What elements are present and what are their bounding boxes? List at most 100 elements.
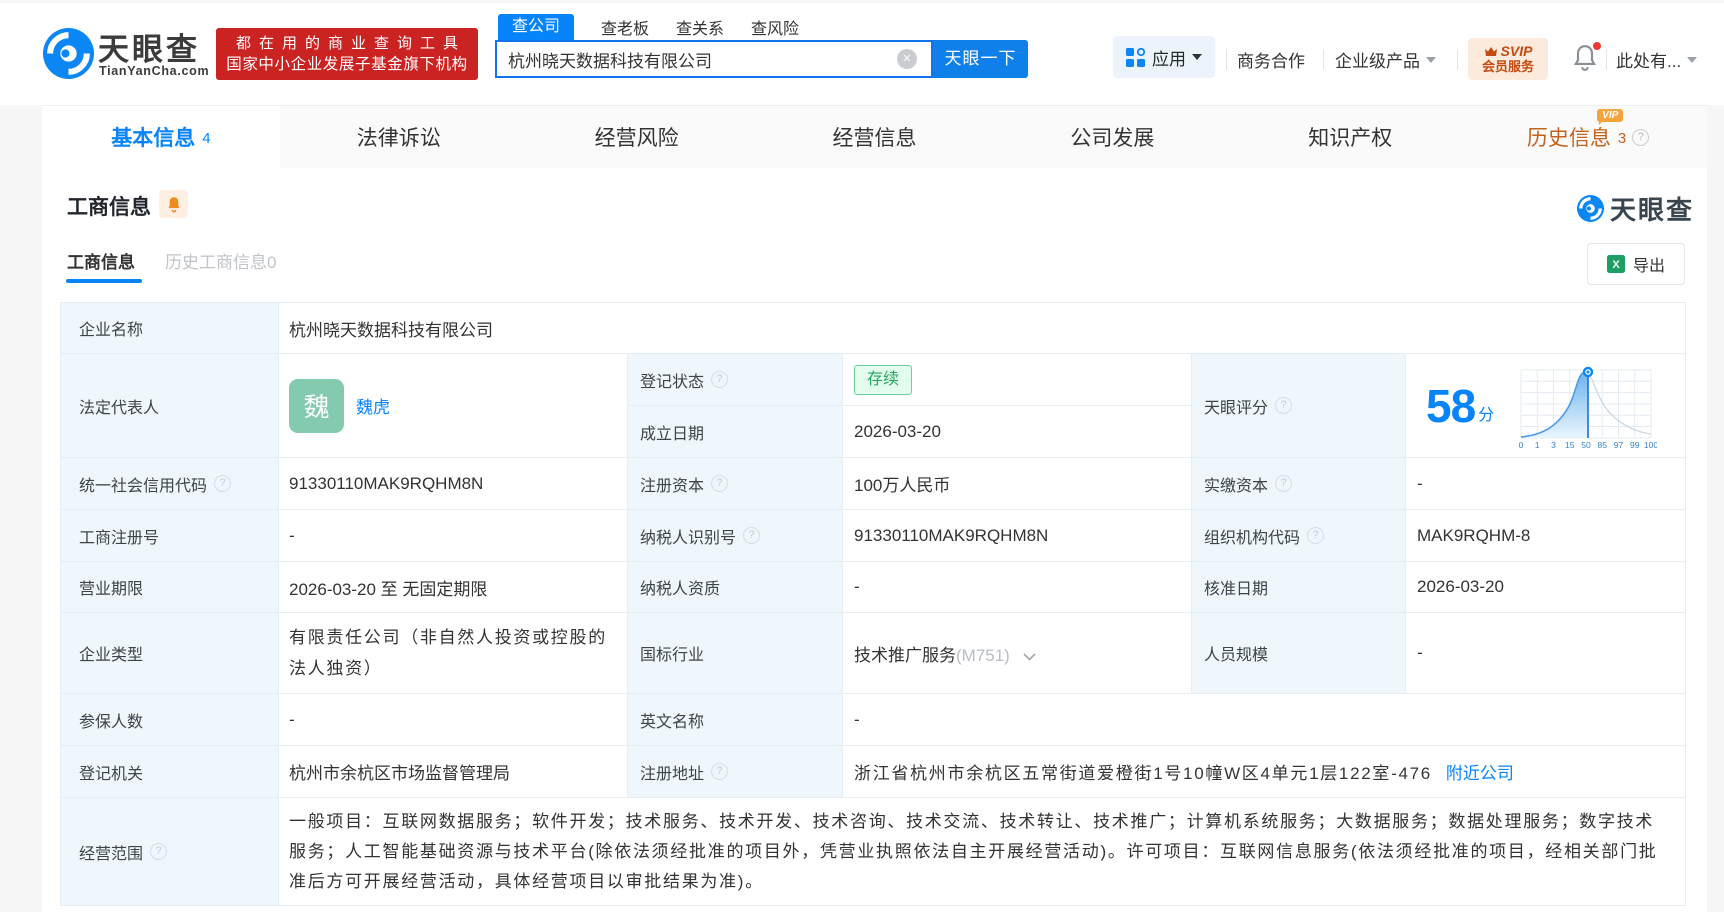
clear-icon[interactable]: ✕ <box>897 49 917 69</box>
svg-text:85: 85 <box>1598 440 1608 450</box>
search-tab-boss[interactable]: 查老板 <box>601 15 649 39</box>
table-row: 企业类型 有限责任公司（非自然人投资或控股的法人独资） 国标行业 技术推广服务(… <box>60 612 1686 694</box>
apps-menu[interactable]: 应用 <box>1113 36 1215 78</box>
org-code-value: MAK9RQHM-8 <box>1405 509 1686 562</box>
tab-intellectual-property[interactable]: 知识产权 <box>1231 106 1469 168</box>
business-info-table: 企业名称 杭州晓天数据科技有限公司 法定代表人 魏 魏虎 登记状态 存续 天眼评… <box>60 302 1686 906</box>
table-row: 经营范围 一般项目：互联网数据服务；软件开发；技术服务、技术开发、技术咨询、技术… <box>60 797 1686 906</box>
status-badge: 存续 <box>854 364 913 395</box>
field-label: 核准日期 <box>1204 581 1269 598</box>
chevron-down-icon <box>1192 54 1202 60</box>
taxpayer-qual-value: - <box>842 561 1192 613</box>
search-tab-risk[interactable]: 查风险 <box>751 15 799 39</box>
section-title: 工商信息 <box>67 196 151 219</box>
reg-no-value: - <box>278 509 628 562</box>
tab-label: 历史信息 <box>1526 127 1611 150</box>
search-tab-relation[interactable]: 查关系 <box>676 15 724 39</box>
apps-label: 应用 <box>1152 49 1186 69</box>
search-tab-company[interactable]: 查公司 <box>498 14 575 40</box>
term-value: 2026-03-20 至 无固定期限 <box>278 561 628 613</box>
score-cell: 58 分 0 1 3 15 50 85 97 99 100 <box>1406 362 1685 450</box>
search-input[interactable] <box>497 49 897 69</box>
tab-company-development[interactable]: 公司发展 <box>993 106 1231 168</box>
search-box: ✕ <box>495 40 933 78</box>
subtab-business-info[interactable]: 工商信息 <box>67 248 135 273</box>
help-icon[interactable] <box>1275 397 1293 414</box>
enterprise-link[interactable]: 企业级产品 <box>1335 49 1436 71</box>
tab-legal[interactable]: 法律诉讼 <box>280 106 518 168</box>
brand-logo-icon[interactable] <box>43 28 94 79</box>
brand-domain: TianYanCha.com <box>99 64 210 78</box>
help-icon[interactable] <box>711 475 729 492</box>
tab-operation-info[interactable]: 经营信息 <box>756 106 994 168</box>
cooperation-link[interactable]: 商务合作 <box>1237 49 1305 71</box>
table-row: 统一社会信用代码 91330110MAK9RQHM8N 注册资本 100万人民币… <box>60 457 1686 510</box>
tab-history-info[interactable]: 历史信息 3 VIP <box>1469 106 1707 168</box>
help-icon[interactable] <box>1632 128 1650 146</box>
table-row: 营业期限 2026-03-20 至 无固定期限 纳税人资质 - 核准日期 202… <box>60 561 1686 613</box>
svg-text:X: X <box>1612 259 1620 271</box>
svg-text:1: 1 <box>1535 440 1540 450</box>
field-label: 经营范围 <box>79 845 144 863</box>
english-name-value: - <box>842 693 1686 746</box>
export-button[interactable]: X 导出 <box>1587 243 1685 285</box>
svg-text:100: 100 <box>1644 440 1657 450</box>
field-label: 成立日期 <box>640 425 705 443</box>
subtab-underline <box>66 279 142 283</box>
divider <box>1606 49 1607 70</box>
notification-dot <box>1592 41 1602 51</box>
slogan-line1: 都在用的商业查询工具 <box>235 34 466 52</box>
field-label: 统一社会信用代码 <box>79 477 208 495</box>
field-label: 纳税人资质 <box>640 581 721 598</box>
help-icon[interactable] <box>1307 527 1325 544</box>
help-icon[interactable] <box>711 371 729 388</box>
svg-text:0: 0 <box>1519 440 1524 450</box>
help-icon[interactable] <box>1275 475 1293 492</box>
svip-sublabel: 会员服务 <box>1481 59 1534 74</box>
search-tabs: 查公司 查老板 查关系 查风险 <box>498 14 799 40</box>
divider <box>1457 49 1458 70</box>
approval-date-value: 2026-03-20 <box>1405 561 1686 613</box>
svg-text:50: 50 <box>1581 440 1591 450</box>
score-distribution-chart: 0 1 3 15 50 85 97 99 100 <box>1519 366 1657 450</box>
industry-name: 技术推广服务 <box>854 645 956 665</box>
legal-rep-link[interactable]: 魏虎 <box>356 393 390 418</box>
svg-text:15: 15 <box>1565 440 1575 450</box>
industry-code: (M751) <box>956 645 1010 665</box>
user-menu[interactable]: 此处有... <box>1616 49 1698 71</box>
brand-name[interactable]: 天眼查 <box>98 24 200 69</box>
subtab-history-business-info[interactable]: 历史工商信息0 <box>165 248 276 273</box>
chevron-down-icon[interactable] <box>1023 652 1036 661</box>
tab-operation-risk[interactable]: 经营风险 <box>518 106 756 168</box>
field-label: 企业名称 <box>79 322 144 339</box>
watermark-text: 天眼查 <box>1610 195 1695 225</box>
score-value[interactable]: 58 <box>1426 379 1476 433</box>
help-icon[interactable] <box>711 763 729 780</box>
industry-value: 技术推广服务(M751) <box>842 612 1192 694</box>
table-row: 法定代表人 魏 魏虎 登记状态 存续 天眼评分 58 分 <box>60 353 1686 458</box>
search-button[interactable]: 天眼一下 <box>933 40 1028 78</box>
monitor-bell-button[interactable] <box>159 190 188 218</box>
business-scope-value: 一般项目：互联网数据服务；软件开发；技术服务、技术开发、技术咨询、技术交流、技术… <box>278 797 1686 906</box>
tab-basic-info[interactable]: 基本信息 4 <box>42 106 280 168</box>
nearby-companies-link[interactable]: 附近公司 <box>1446 764 1514 783</box>
notification-bell[interactable] <box>1572 41 1602 72</box>
field-label: 组织机构代码 <box>1204 529 1301 547</box>
legal-rep-avatar[interactable]: 魏 <box>289 378 344 433</box>
tab-label: 经营风险 <box>594 127 679 150</box>
divider <box>1323 49 1324 70</box>
chevron-down-icon <box>1426 56 1436 63</box>
field-label: 实缴资本 <box>1204 477 1269 495</box>
tab-label: 公司发展 <box>1070 127 1155 150</box>
field-label: 注册资本 <box>640 477 705 495</box>
svip-label: SVIP <box>1500 43 1533 59</box>
export-label: 导出 <box>1632 258 1665 275</box>
staff-size-value: - <box>1405 612 1686 694</box>
svip-badge[interactable]: SVIP 会员服务 <box>1468 38 1548 80</box>
field-label: 天眼评分 <box>1204 399 1269 417</box>
help-icon[interactable] <box>743 527 761 544</box>
divider <box>1226 49 1227 70</box>
paid-capital-value: - <box>1405 457 1686 510</box>
help-icon[interactable] <box>214 475 232 492</box>
help-icon[interactable] <box>150 843 168 860</box>
